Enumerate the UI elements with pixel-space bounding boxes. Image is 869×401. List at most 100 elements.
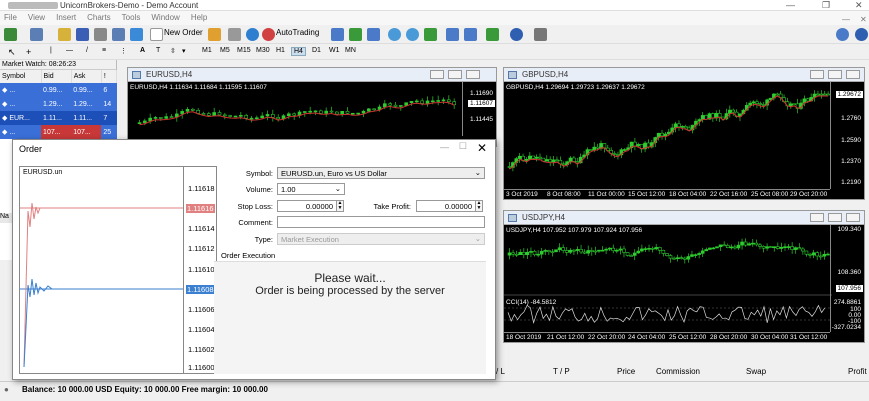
chart-minimize-button[interactable] <box>810 213 824 222</box>
tf-mn[interactable]: MN <box>345 47 356 54</box>
bar-chart-icon[interactable] <box>331 28 344 41</box>
mdi-minimize-button[interactable]: — <box>838 13 857 24</box>
symbol-select[interactable]: EURUSD.un, Euro vs US Dollar ⌄ <box>277 167 485 179</box>
arrows-icon[interactable]: ⇳ <box>170 47 176 55</box>
options-icon[interactable] <box>228 28 241 41</box>
table-row[interactable]: ◆ ... 107... 107... 25 <box>0 125 117 139</box>
takeprofit-input[interactable]: 0.00000 <box>416 200 476 212</box>
volume-select[interactable]: 1.00 ⌄ <box>277 183 345 195</box>
candlesticks-icon[interactable] <box>349 28 362 41</box>
tf-h1[interactable]: H1 <box>276 47 285 54</box>
close-button[interactable]: ✕ <box>855 0 863 11</box>
col-swap[interactable]: Swap <box>746 367 766 376</box>
autotrading-button[interactable]: AutoTrading <box>276 28 319 37</box>
terminal-icon[interactable] <box>112 28 125 41</box>
strategy-tester-icon[interactable] <box>130 28 143 41</box>
dialog-minimize-button[interactable]: — <box>440 142 449 152</box>
line-chart-icon[interactable] <box>367 28 380 41</box>
tile-windows-icon[interactable] <box>424 28 437 41</box>
minimize-button[interactable]: — <box>786 0 795 10</box>
chart-minimize-button[interactable] <box>430 70 444 79</box>
zoom-in-icon[interactable] <box>388 28 401 41</box>
restore-button[interactable]: ❐ <box>822 0 830 11</box>
stoploss-input[interactable]: 0.00000 <box>277 200 337 212</box>
globe-icon[interactable] <box>246 28 259 41</box>
current-price-label: 107.956 <box>835 285 863 292</box>
col-profit[interactable]: Profit <box>848 367 867 376</box>
chart-shift-icon[interactable] <box>446 28 459 41</box>
col-ask[interactable]: Ask <box>71 70 102 83</box>
tf-m15[interactable]: M15 <box>237 47 251 54</box>
menu-insert[interactable]: Insert <box>52 11 83 22</box>
chart-area[interactable]: EURUSD,H4 1.11634 1.11684 1.11595 1.1160… <box>128 82 496 146</box>
menu-view[interactable]: View <box>24 11 52 22</box>
fibonacci-icon[interactable]: ⋮ <box>120 47 127 55</box>
takeprofit-stepper[interactable]: ▲ ▼ <box>475 200 483 212</box>
menu-window[interactable]: Window <box>147 11 186 22</box>
text-icon[interactable]: A <box>140 47 145 54</box>
comment-input[interactable] <box>277 216 485 228</box>
horizontal-line-icon[interactable]: — <box>66 47 73 54</box>
new-order-button[interactable]: New Order <box>164 28 203 37</box>
menu-help[interactable]: Help <box>187 11 214 22</box>
chart-close-button[interactable] <box>846 213 860 222</box>
label-icon[interactable]: T <box>156 47 160 54</box>
indicators-icon[interactable] <box>486 28 499 41</box>
menu-charts[interactable]: Charts <box>83 11 118 22</box>
tf-h4[interactable]: H4 <box>291 47 306 56</box>
col-symbol[interactable]: Symbol <box>0 70 42 83</box>
autotrading-icon[interactable] <box>262 28 275 41</box>
tf-m1[interactable]: M1 <box>202 47 212 54</box>
new-chart-icon[interactable] <box>4 28 17 41</box>
chart-close-button[interactable] <box>466 70 480 79</box>
chart-maximize-button[interactable] <box>828 213 842 222</box>
chart-window-gbpusd[interactable]: GBPUSD,H4 GBPUSD,H4 1.29694 1.29723 1.29… <box>503 67 865 200</box>
col-bid[interactable]: Bid <box>41 70 72 83</box>
market-watch-icon[interactable] <box>58 28 71 41</box>
chart-close-button[interactable] <box>846 70 860 79</box>
tf-d1[interactable]: D1 <box>312 47 321 54</box>
trendline-icon[interactable]: / <box>86 47 88 54</box>
stoploss-stepper[interactable]: ▲ ▼ <box>336 200 344 212</box>
chart-area[interactable]: GBPUSD,H4 1.29694 1.29723 1.29637 1.2967… <box>504 82 864 199</box>
dialog-close-icon[interactable]: ✕ <box>477 141 487 155</box>
chart-window-usdjpy[interactable]: USDJPY,H4 USDJPY,H4 107.952 107.979 107.… <box>503 210 865 343</box>
col-sl[interactable]: / L <box>496 367 505 376</box>
channel-icon[interactable]: ≡ <box>102 47 106 54</box>
col-tp[interactable]: T / P <box>553 367 570 376</box>
chat-icon[interactable] <box>855 28 868 41</box>
table-row[interactable]: ◆ ... 0.99... 0.99... 6 <box>0 83 117 97</box>
dialog-maximize-button[interactable]: ☐ <box>459 141 467 152</box>
search-icon[interactable] <box>836 28 849 41</box>
table-row[interactable]: ◆ EUR... 1.11... 1.11... 7 <box>0 111 117 125</box>
chart-window-eurusd[interactable]: EURUSD,H4 EURUSD,H4 1.11634 1.11684 1.11… <box>127 67 497 147</box>
dropdown-icon[interactable]: ▾ <box>182 47 186 55</box>
table-row[interactable]: ◆ ... 1.29... 1.29... 14 <box>0 97 117 111</box>
mdi-close-button[interactable]: ✕ <box>856 13 869 24</box>
crosshair-icon[interactable]: + <box>26 47 31 57</box>
col-spread[interactable]: ! <box>101 70 118 83</box>
chart-maximize-button[interactable] <box>828 70 842 79</box>
col-commission[interactable]: Commission <box>656 367 700 376</box>
profiles-icon[interactable] <box>30 28 43 41</box>
tf-m30[interactable]: M30 <box>256 47 270 54</box>
cursor-icon[interactable]: ↖ <box>8 47 16 58</box>
zoom-out-icon[interactable] <box>406 28 419 41</box>
navigator-icon[interactable] <box>76 28 89 41</box>
tf-w1[interactable]: W1 <box>329 47 340 54</box>
vertical-line-icon[interactable]: | <box>50 47 52 54</box>
templates-icon[interactable] <box>534 28 547 41</box>
metaeditor-icon[interactable] <box>208 28 221 41</box>
data-window-icon[interactable] <box>94 28 107 41</box>
periods-icon[interactable] <box>510 28 523 41</box>
menu-file[interactable]: File <box>0 11 24 22</box>
col-price[interactable]: Price <box>617 367 635 376</box>
chart-maximize-button[interactable] <box>448 70 462 79</box>
menu-tools[interactable]: Tools <box>118 11 148 22</box>
type-select[interactable]: Market Execution ⌄ <box>277 233 485 245</box>
chart-area[interactable]: USDJPY,H4 107.952 107.979 107.924 107.95… <box>504 225 864 342</box>
tf-m5[interactable]: M5 <box>220 47 230 54</box>
chart-minimize-button[interactable] <box>810 70 824 79</box>
autoscroll-icon[interactable] <box>464 28 477 41</box>
new-order-icon[interactable] <box>150 28 163 41</box>
